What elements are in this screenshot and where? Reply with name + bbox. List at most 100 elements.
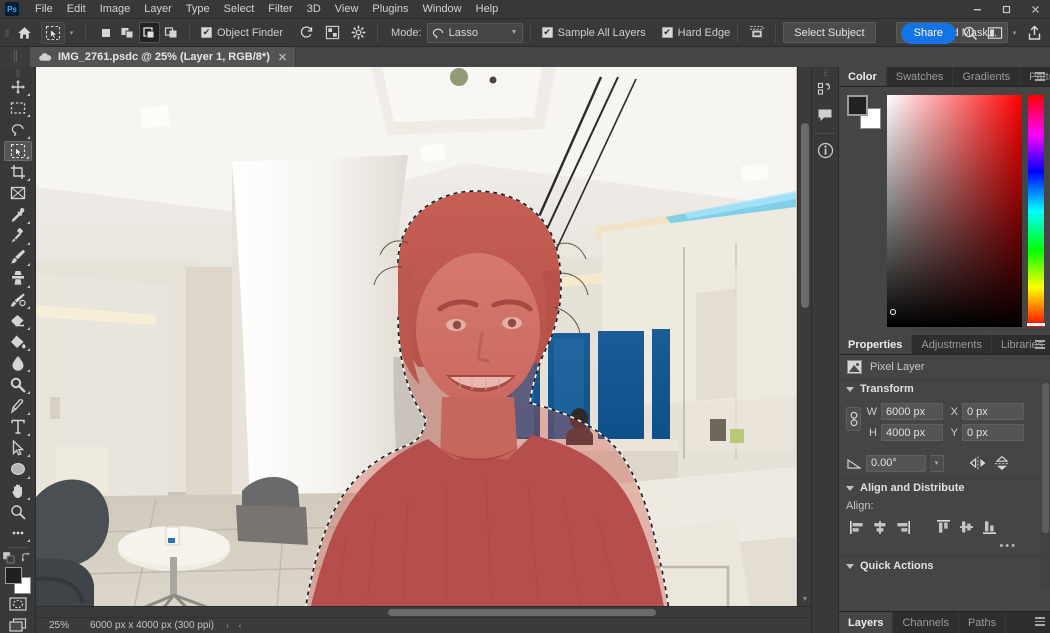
refresh-object-finder-button[interactable] [295, 22, 318, 44]
menu-3d[interactable]: 3D [300, 0, 328, 19]
path-selection-tool[interactable] [4, 438, 32, 458]
canvas-vertical-scrollbar[interactable]: ▼ [797, 67, 811, 606]
eyedropper-tool[interactable] [4, 205, 32, 225]
comments-panel-button[interactable] [814, 104, 837, 127]
current-tool-button[interactable] [41, 22, 65, 44]
blur-tool[interactable] [4, 353, 32, 373]
document-tab[interactable]: IMG_2761.psdc @ 25% (Layer 1, RGB/8*) ✕ [30, 47, 296, 67]
color-picker-field[interactable] [887, 95, 1022, 327]
hard-edge-checkbox-box[interactable] [662, 27, 673, 38]
default-colors-icon[interactable] [3, 552, 15, 564]
pen-tool[interactable] [4, 396, 32, 416]
lasso-tool[interactable] [4, 119, 32, 139]
align-bottom-edges-button[interactable] [979, 517, 1000, 537]
close-button[interactable] [1021, 0, 1050, 19]
menu-edit[interactable]: Edit [60, 0, 93, 19]
align-horizontal-centers-button[interactable] [869, 517, 890, 537]
tab-swatches[interactable]: Swatches [887, 67, 954, 86]
tool-settings-button[interactable] [347, 22, 370, 44]
type-tool[interactable] [4, 417, 32, 437]
quick-mask-button[interactable] [7, 596, 29, 613]
angle-input[interactable]: 0.00° [866, 455, 926, 472]
ellipse-shape-tool[interactable] [4, 459, 32, 479]
properties-scrollbar-thumb[interactable] [1042, 383, 1049, 533]
add-to-selection-button[interactable] [117, 22, 138, 43]
menu-filter[interactable]: Filter [261, 0, 299, 19]
align-vertical-centers-button[interactable] [956, 517, 977, 537]
scroll-down-icon[interactable]: ▼ [798, 593, 811, 606]
object-finder-checkbox[interactable]: Object Finder [201, 27, 283, 39]
history-brush-tool[interactable] [4, 290, 32, 310]
menu-help[interactable]: Help [469, 0, 506, 19]
hue-slider-marker[interactable] [1027, 323, 1045, 326]
hard-edge-checkbox[interactable]: Hard Edge [662, 27, 731, 39]
menu-select[interactable]: Select [217, 0, 262, 19]
tab-channels[interactable]: Channels [893, 612, 958, 633]
align-right-edges-button[interactable] [892, 517, 913, 537]
tool-preset-caret[interactable]: ▾ [65, 22, 78, 44]
menu-window[interactable]: Window [416, 0, 469, 19]
document-canvas[interactable]: ▼ [36, 67, 811, 606]
object-finder-checkbox-box[interactable] [201, 27, 212, 38]
tab-color[interactable]: Color [839, 67, 887, 86]
export-button[interactable] [1023, 22, 1046, 44]
menu-type[interactable]: Type [179, 0, 217, 19]
foreground-color-swatch[interactable] [5, 567, 22, 584]
x-input[interactable]: 0 px [962, 403, 1024, 420]
search-button[interactable] [958, 22, 981, 44]
properties-scrollbar[interactable] [1041, 379, 1050, 589]
tab-paths[interactable]: Paths [959, 612, 1006, 633]
minimize-button[interactable] [963, 0, 992, 19]
photo-image[interactable] [36, 67, 797, 606]
tab-adjustments[interactable]: Adjustments [912, 335, 992, 354]
rail-grip[interactable]: ⣿ [823, 70, 826, 78]
status-expand-icon[interactable]: › [226, 621, 229, 630]
status-collapse-icon[interactable]: ‹ [239, 621, 242, 630]
transform-section-header[interactable]: Transform [839, 379, 1050, 398]
clone-stamp-tool[interactable] [4, 268, 32, 288]
brush-tool[interactable] [4, 247, 32, 267]
sample-all-layers-checkbox[interactable]: Sample All Layers [542, 27, 646, 39]
menu-plugins[interactable]: Plugins [365, 0, 415, 19]
hand-tool[interactable] [4, 481, 32, 501]
zoom-tool[interactable] [4, 502, 32, 522]
gradient-tool[interactable] [4, 332, 32, 352]
horizontal-scrollbar-thumb[interactable] [388, 609, 656, 616]
link-aspect-ratio-button[interactable] [846, 407, 861, 431]
zoom-level[interactable]: 25% [36, 620, 86, 631]
align-section-header[interactable]: Align and Distribute [839, 478, 1050, 497]
new-selection-button[interactable] [95, 22, 116, 43]
maximize-button[interactable] [992, 0, 1021, 19]
color-swatches[interactable] [3, 566, 33, 592]
history-panel-button[interactable] [814, 78, 837, 101]
flip-vertical-button[interactable] [992, 454, 1012, 472]
dodge-tool[interactable] [4, 374, 32, 394]
info-panel-button[interactable] [814, 139, 837, 162]
menu-layer[interactable]: Layer [137, 0, 179, 19]
rectangular-marquee-tool[interactable] [4, 98, 32, 118]
color-picker-marker[interactable] [890, 309, 896, 315]
tab-bar-grip[interactable]: ⣿⣿ [0, 47, 30, 67]
spot-healing-brush-tool[interactable] [4, 226, 32, 246]
frame-tool[interactable] [4, 183, 32, 203]
options-bar-grip[interactable]: ⣿ [2, 19, 11, 47]
menu-view[interactable]: View [328, 0, 366, 19]
workspace-caret[interactable]: ▾ [1008, 22, 1021, 44]
workspace-button[interactable] [983, 22, 1006, 44]
canvas-horizontal-scrollbar[interactable] [36, 606, 811, 617]
mode-dropdown[interactable]: Lasso ▼ [427, 23, 523, 43]
height-input[interactable]: 4000 px [881, 424, 943, 441]
align-left-edges-button[interactable] [846, 517, 867, 537]
align-more-button[interactable]: ••• [846, 540, 1043, 552]
width-input[interactable]: 6000 px [881, 403, 943, 420]
align-top-edges-button[interactable] [933, 517, 954, 537]
panel-menu-icon[interactable] [1035, 72, 1045, 81]
menu-image[interactable]: Image [93, 0, 138, 19]
tools-panel-grip[interactable]: ⣿ [0, 69, 35, 77]
angle-dropdown-caret[interactable]: ▾ [930, 455, 944, 472]
edit-toolbar-button[interactable] [4, 523, 32, 543]
color-panel-foreground-swatch[interactable] [847, 95, 868, 116]
flip-horizontal-button[interactable] [968, 454, 988, 472]
share-button[interactable]: Share [901, 23, 956, 44]
tab-properties[interactable]: Properties [839, 335, 912, 354]
